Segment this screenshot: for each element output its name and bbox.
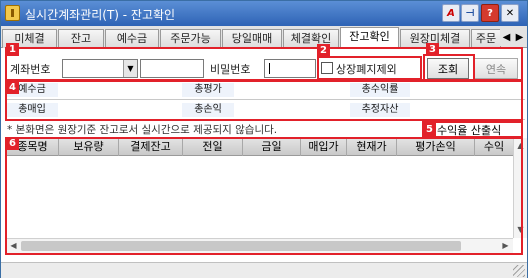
pin-icon[interactable]: ⊣	[461, 4, 479, 22]
notice-text: * 본화면은 원장기준 잔고로서 실시간으로 제공되지 않습니다.	[7, 124, 278, 136]
window-title: 실시간계좌관리(T) - 잔고확인	[25, 8, 176, 22]
close-icon[interactable]: ✕	[501, 4, 519, 22]
tab-prev-icon[interactable]: ◀	[500, 28, 513, 46]
marker-5: 5	[423, 123, 436, 136]
tab-order[interactable]: 주문	[471, 29, 501, 48]
highlight-region-2	[317, 56, 422, 80]
resize-grip-icon[interactable]	[513, 265, 525, 277]
marker-1: 1	[6, 43, 19, 56]
tab-balance-check[interactable]: 잔고확인	[340, 27, 399, 49]
help-icon[interactable]: ?	[481, 4, 499, 22]
marker-3: 3	[426, 43, 439, 56]
highlight-region-5	[422, 121, 523, 138]
tab-deposit[interactable]: 예수금	[105, 29, 159, 48]
tab-orderable[interactable]: 주문가능	[160, 29, 221, 48]
marker-2: 2	[317, 44, 330, 57]
marker-4: 4	[6, 81, 19, 94]
account-window: 실시간계좌관리(T) - 잔고확인 A ⊣ ? ✕ 미체결 잔고 예수금 주문가…	[0, 0, 528, 278]
app-icon	[5, 5, 20, 21]
highlight-region-6	[5, 137, 523, 255]
tab-next-icon[interactable]: ▶	[513, 28, 526, 46]
highlight-region-4	[5, 80, 523, 121]
tab-daily-trade[interactable]: 당일매매	[222, 29, 282, 48]
title-bar[interactable]: 실시간계좌관리(T) - 잔고확인 A ⊣ ? ✕	[1, 1, 527, 26]
tab-scroll: ◀ ▶	[500, 28, 527, 46]
tab-bar: 미체결 잔고 예수금 주문가능 당일매매 체결확인 잔고확인 원장미체결 주문	[1, 26, 527, 49]
tab-fill-check[interactable]: 체결확인	[283, 29, 339, 48]
font-icon[interactable]: A	[442, 4, 460, 22]
status-bar	[1, 262, 527, 278]
marker-6: 6	[6, 137, 19, 150]
highlight-region-3	[423, 54, 475, 81]
tab-balance[interactable]: 잔고	[58, 29, 104, 48]
